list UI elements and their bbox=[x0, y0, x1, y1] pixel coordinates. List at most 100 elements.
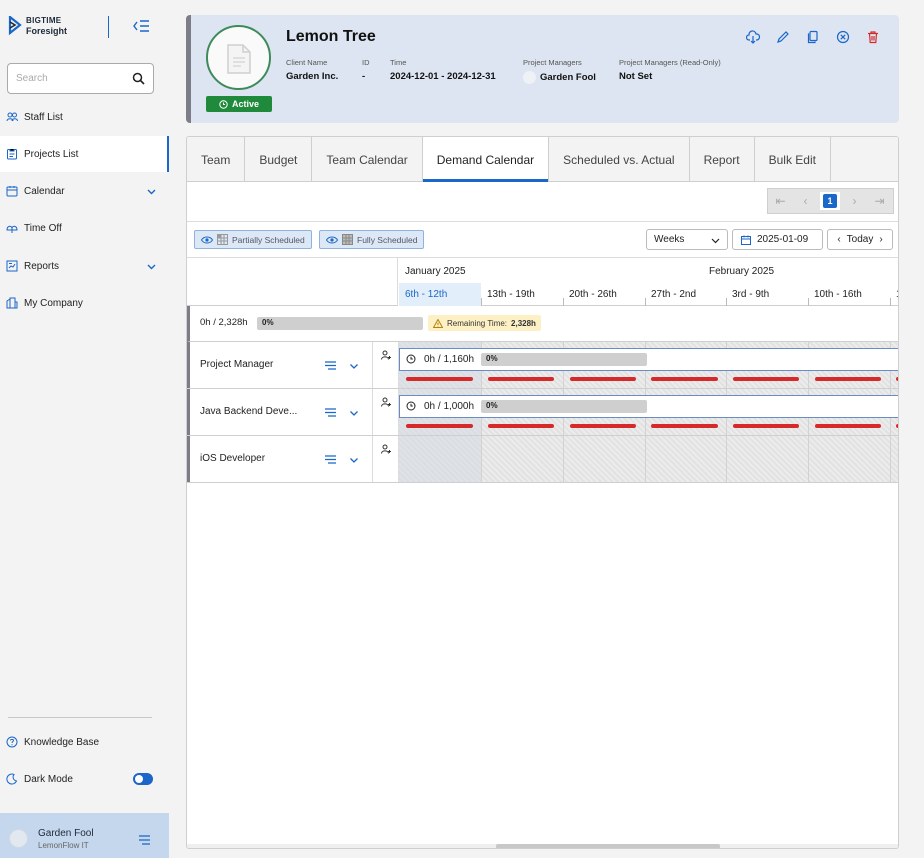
week-header[interactable]: 3rd - 9th bbox=[726, 283, 808, 306]
sidebar-item-label: Calendar bbox=[24, 185, 65, 197]
chevron-down-icon[interactable] bbox=[146, 186, 157, 197]
filter-partially-scheduled[interactable]: Partially Scheduled bbox=[194, 230, 312, 249]
meta-project-managers-readonly: Project Managers (Read-Only) Not Set bbox=[619, 58, 721, 82]
sidebar-item-reports[interactable]: Reports bbox=[0, 248, 169, 284]
demand-progress-bar: 0% bbox=[481, 353, 647, 366]
calendar-header-left bbox=[187, 257, 398, 306]
assign-staff-button[interactable] bbox=[373, 436, 399, 482]
demand-progress-bar: 0% bbox=[481, 400, 647, 413]
staff-icon bbox=[6, 112, 18, 122]
remaining-time-badge: Remaining Time: 2,328h bbox=[428, 315, 541, 331]
brand-logo[interactable]: BIGTIME Foresight bbox=[8, 16, 67, 36]
avatar bbox=[9, 829, 28, 848]
cloud-download-icon[interactable] bbox=[746, 30, 760, 44]
progress-percent: 0% bbox=[262, 318, 274, 327]
search-input[interactable] bbox=[16, 73, 126, 84]
week-header[interactable]: 1 bbox=[890, 283, 898, 306]
week-header[interactable]: 10th - 16th bbox=[808, 283, 890, 306]
demand-hours: 0h / 1,000h bbox=[424, 401, 475, 412]
chevron-down-icon[interactable] bbox=[349, 361, 359, 371]
meta-label: Client Name bbox=[286, 58, 328, 67]
tab-budget[interactable]: Budget bbox=[245, 137, 313, 182]
cancel-circle-icon[interactable] bbox=[836, 30, 850, 44]
current-page[interactable]: 1 bbox=[820, 192, 840, 210]
assign-person-icon bbox=[381, 444, 391, 454]
sidebar-item-label: Dark Mode bbox=[24, 773, 73, 785]
menu-lines-icon[interactable] bbox=[325, 408, 336, 417]
date-picker[interactable]: 2025-01-09 bbox=[732, 229, 823, 250]
sidebar-item-label: My Company bbox=[24, 297, 83, 309]
dark-mode-toggle[interactable] bbox=[133, 773, 153, 785]
projects-icon bbox=[7, 149, 17, 160]
assign-person-icon bbox=[381, 397, 391, 407]
demand-segment bbox=[488, 424, 554, 428]
view-mode-select[interactable]: Weeks bbox=[646, 229, 728, 250]
toggle-knob bbox=[135, 775, 143, 783]
tab-team-calendar[interactable]: Team Calendar bbox=[312, 137, 423, 182]
demand-segment bbox=[406, 377, 473, 381]
chevron-right-icon[interactable]: › bbox=[879, 234, 882, 245]
demand-segment bbox=[815, 424, 881, 428]
week-header[interactable]: 6th - 12th bbox=[399, 283, 481, 306]
demand-bar[interactable]: 0h / 1,000h 0% bbox=[399, 395, 898, 418]
search-icon[interactable] bbox=[132, 72, 145, 85]
next-page-icon[interactable]: › bbox=[842, 194, 867, 208]
tab-bulk-edit[interactable]: Bulk Edit bbox=[755, 137, 831, 182]
tab-demand-calendar[interactable]: Demand Calendar bbox=[422, 137, 550, 182]
sidebar-item-knowledge-base[interactable]: Knowledge Base bbox=[0, 724, 169, 760]
scrollbar-thumb[interactable] bbox=[496, 844, 720, 848]
week-header[interactable]: 20th - 26th bbox=[563, 283, 645, 306]
sidebar-item-time-off[interactable]: Time Off bbox=[0, 210, 169, 246]
demand-hours: 0h / 1,160h bbox=[424, 354, 475, 365]
assign-staff-button[interactable] bbox=[373, 342, 399, 388]
last-page-icon[interactable]: ⇥ bbox=[867, 194, 892, 208]
menu-lines-icon[interactable] bbox=[325, 361, 336, 370]
bigtime-logo-icon bbox=[8, 16, 22, 36]
sidebar-item-projects-list[interactable]: Projects List bbox=[0, 136, 169, 172]
prev-page-icon[interactable]: ‹ bbox=[793, 194, 818, 208]
tab-report[interactable]: Report bbox=[690, 137, 755, 182]
chevron-down-icon[interactable] bbox=[349, 455, 359, 465]
user-profile[interactable]: Garden Fool LemonFlow IT bbox=[0, 813, 169, 858]
assign-staff-button[interactable] bbox=[373, 389, 399, 435]
demand-segment bbox=[733, 377, 799, 381]
meta-value: Not Set bbox=[619, 71, 653, 82]
chevron-left-icon[interactable]: ‹ bbox=[837, 234, 840, 245]
chevron-down-icon[interactable] bbox=[146, 261, 157, 272]
meta-time: Time 2024-12-01 - 2024-12-31 bbox=[390, 58, 496, 82]
calendar-icon bbox=[6, 186, 18, 197]
filter-fully-scheduled[interactable]: Fully Scheduled bbox=[319, 230, 425, 249]
role-row-project-manager: Project Manager 0h / 1,160h 0% bbox=[187, 342, 898, 389]
role-name: Project Manager bbox=[200, 359, 274, 370]
sidebar-item-my-company[interactable]: My Company bbox=[0, 285, 169, 321]
date-value: 2025-01-09 bbox=[757, 234, 809, 245]
sidebar-item-label: Staff List bbox=[24, 111, 63, 123]
week-header[interactable]: 13th - 19th bbox=[481, 283, 563, 306]
collapse-sidebar-icon[interactable] bbox=[132, 18, 150, 34]
menu-lines-icon[interactable] bbox=[139, 835, 150, 845]
meta-project-managers: Project Managers Garden Fool bbox=[523, 58, 596, 84]
sidebar-item-calendar[interactable]: Calendar bbox=[0, 173, 169, 209]
clock-icon bbox=[406, 401, 416, 411]
sidebar-item-staff-list[interactable]: Staff List bbox=[0, 99, 169, 135]
chevron-down-icon[interactable] bbox=[349, 408, 359, 418]
brand-divider bbox=[108, 16, 109, 38]
today-button[interactable]: ‹ Today › bbox=[827, 229, 893, 250]
first-page-icon[interactable]: ⇤ bbox=[768, 194, 793, 208]
status-label: Active bbox=[231, 99, 259, 109]
copy-icon[interactable] bbox=[806, 30, 820, 44]
tab-team[interactable]: Team bbox=[187, 137, 246, 182]
demand-bar[interactable]: 0h / 1,160h 0% bbox=[399, 348, 898, 371]
meta-label: ID bbox=[362, 58, 370, 67]
trash-icon[interactable] bbox=[866, 30, 880, 44]
tab-scheduled-vs-actual[interactable]: Scheduled vs. Actual bbox=[549, 137, 690, 182]
role-row-ios-developer: iOS Developer bbox=[187, 436, 898, 483]
view-mode-value: Weeks bbox=[654, 234, 685, 245]
week-header[interactable]: 27th - 2nd bbox=[645, 283, 726, 306]
menu-lines-icon[interactable] bbox=[325, 455, 336, 464]
sidebar-item-label: Projects List bbox=[24, 148, 79, 160]
warning-icon bbox=[433, 318, 443, 328]
horizontal-scrollbar[interactable] bbox=[187, 844, 898, 848]
sidebar-divider bbox=[8, 717, 152, 718]
pencil-icon[interactable] bbox=[776, 30, 790, 44]
